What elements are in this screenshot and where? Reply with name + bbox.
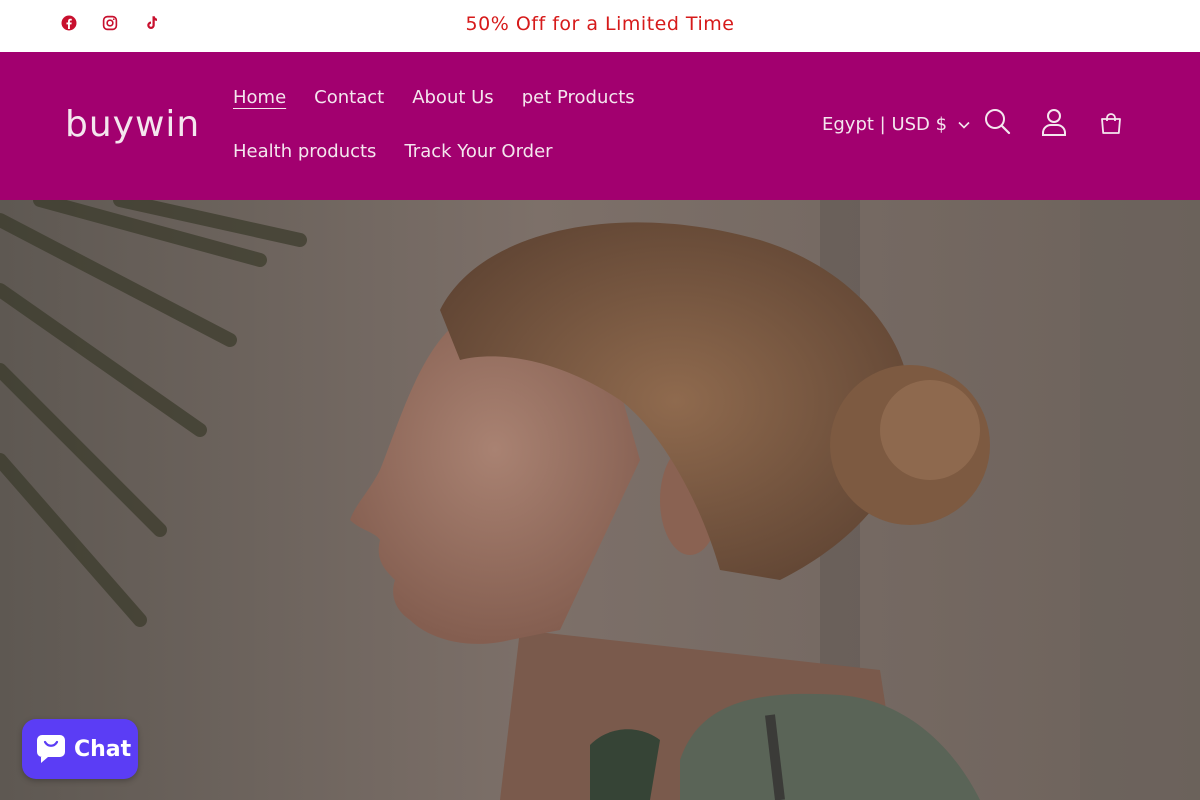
chat-bubble-icon <box>37 735 65 763</box>
cart-icon[interactable] <box>1098 111 1124 137</box>
nav-item-about-us[interactable]: About Us <box>412 87 494 108</box>
nav-item-pet-products[interactable]: pet Products <box>522 87 635 108</box>
nav-item-track-order[interactable]: Track Your Order <box>404 141 552 162</box>
locale-selector[interactable]: Egypt | USD $ <box>822 114 971 135</box>
site-logo[interactable]: buywin <box>65 104 200 145</box>
search-icon[interactable] <box>982 107 1012 137</box>
announcement-text: 50% Off for a Limited Time <box>465 13 735 35</box>
nav-item-home[interactable]: Home <box>233 87 286 108</box>
hero-image <box>0 200 1200 800</box>
chevron-down-icon <box>958 121 970 129</box>
announcement-bar: 50% Off for a Limited Time <box>0 0 1200 52</box>
chat-button[interactable]: Chat <box>22 719 138 779</box>
site-header: buywin Home Contact About Us pet Products H… <box>0 52 1200 200</box>
locale-label: Egypt | USD $ <box>822 114 948 135</box>
account-icon[interactable] <box>1039 107 1069 137</box>
nav-item-health-products[interactable]: Health products <box>233 141 376 162</box>
nav-item-contact[interactable]: Contact <box>314 87 384 108</box>
hero-banner <box>0 200 1200 800</box>
chat-label: Chat <box>74 736 132 762</box>
